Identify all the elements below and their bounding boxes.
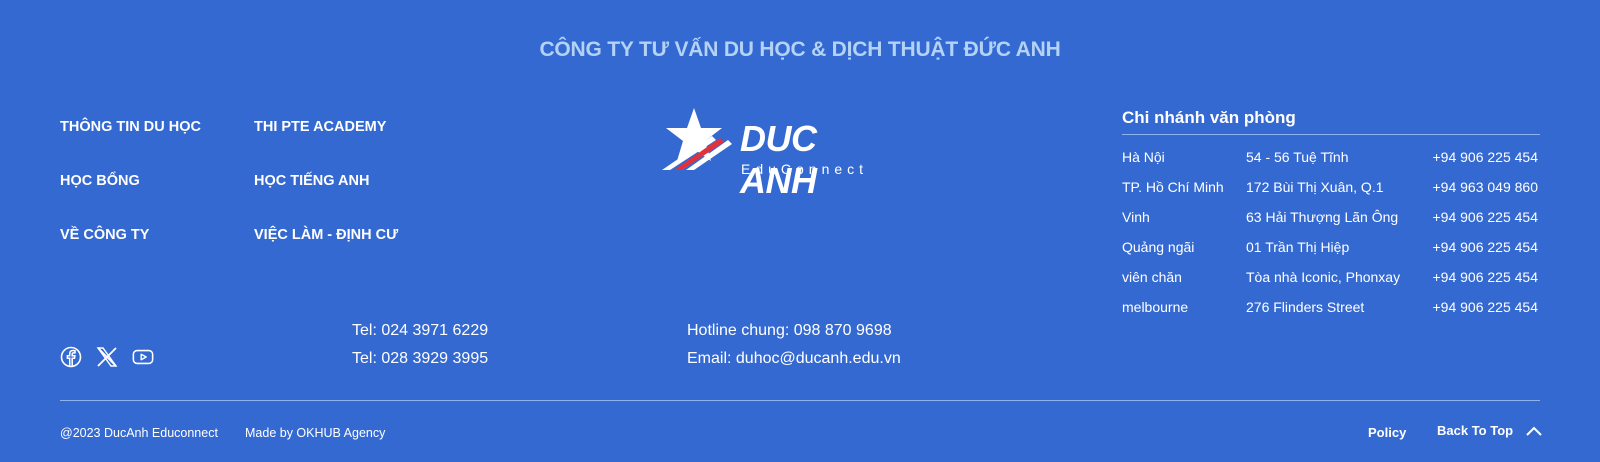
footer-nav-column-1: THÔNG TIN DU HỌC HỌC BỔNG VỀ CÔNG TY xyxy=(60,117,201,279)
contact-hotline-email: Hotline chung: 098 870 9698 Email: duhoc… xyxy=(687,317,901,373)
branch-row: melbourne 276 Flinders Street +94 906 22… xyxy=(1122,292,1540,322)
hotline[interactable]: Hotline chung: 098 870 9698 xyxy=(687,317,901,345)
branch-city: melbourne xyxy=(1122,299,1189,315)
tel-hanoi[interactable]: Tel: 024 3971 6229 xyxy=(352,317,488,345)
logo-brand-text: DUC ANH xyxy=(740,118,817,201)
nav-link-about-company[interactable]: VỀ CÔNG TY xyxy=(60,225,201,279)
branch-offices: Chi nhánh văn phòng Hà Nội 54 - 56 Tuệ T… xyxy=(1122,108,1540,322)
branch-city: Quảng ngãi xyxy=(1122,239,1195,255)
nav-link-english-courses[interactable]: HỌC TIẾNG ANH xyxy=(254,171,398,225)
copyright-text: @2023 DucAnh Educonnect xyxy=(60,426,218,440)
branch-address: 63 Hải Thượng Lãn Ông xyxy=(1246,209,1399,225)
nav-link-scholarships[interactable]: HỌC BỔNG xyxy=(60,171,201,225)
facebook-icon[interactable] xyxy=(60,346,82,368)
branch-phone[interactable]: +94 906 225 454 xyxy=(1433,202,1539,232)
branch-city: Hà Nội xyxy=(1122,149,1165,165)
tel-hcm[interactable]: Tel: 028 3929 3995 xyxy=(352,345,488,373)
branch-offices-heading: Chi nhánh văn phòng xyxy=(1122,108,1540,135)
duc-anh-logo[interactable]: DUC ANH EduConnect xyxy=(660,106,890,201)
branch-row: Vinh 63 Hải Thượng Lãn Ông +94 906 225 4… xyxy=(1122,202,1540,232)
branch-row: Hà Nội 54 - 56 Tuệ Tĩnh +94 906 225 454 xyxy=(1122,142,1540,172)
branch-row: TP. Hồ Chí Minh 172 Bùi Thị Xuân, Q.1 +9… xyxy=(1122,172,1540,202)
star-logo-icon xyxy=(662,108,732,170)
branch-phone[interactable]: +94 906 225 454 xyxy=(1433,292,1539,322)
branch-city: viên chăn xyxy=(1122,269,1182,285)
youtube-icon[interactable] xyxy=(132,346,154,368)
branch-city: TP. Hồ Chí Minh xyxy=(1122,179,1224,195)
email[interactable]: Email: duhoc@ducanh.edu.vn xyxy=(687,345,901,373)
branch-row: viên chăn Tòa nhà Iconic, Phonxay +94 90… xyxy=(1122,262,1540,292)
contact-phones: Tel: 024 3971 6229 Tel: 028 3929 3995 xyxy=(352,317,488,373)
nav-link-study-abroad-info[interactable]: THÔNG TIN DU HỌC xyxy=(60,117,201,171)
x-twitter-icon[interactable] xyxy=(96,346,118,368)
chevron-up-icon xyxy=(1526,426,1542,436)
branch-address: 54 - 56 Tuệ Tĩnh xyxy=(1246,149,1349,165)
policy-link[interactable]: Policy xyxy=(1368,425,1406,440)
back-to-top-label: Back To Top xyxy=(1437,423,1514,438)
branch-city: Vinh xyxy=(1122,209,1150,225)
nav-link-jobs-immigration[interactable]: VIỆC LÀM - ĐỊNH CƯ xyxy=(254,225,398,279)
nav-link-pte-academy[interactable]: THI PTE ACADEMY xyxy=(254,117,398,171)
back-to-top-button[interactable]: Back To Top xyxy=(1437,423,1543,438)
made-by-link[interactable]: Made by OKHUB Agency xyxy=(245,425,385,441)
branch-address: Tòa nhà Iconic, Phonxay xyxy=(1246,269,1401,285)
branch-phone[interactable]: +94 963 049 860 xyxy=(1433,172,1539,202)
branch-phone[interactable]: +94 906 225 454 xyxy=(1433,142,1539,172)
footer-divider xyxy=(60,400,1540,401)
company-title: CÔNG TY TƯ VẤN DU HỌC & DỊCH THUẬT ĐỨC A… xyxy=(539,38,1061,61)
branch-address: 01 Trần Thị Hiệp xyxy=(1246,239,1350,255)
footer-nav-column-2: THI PTE ACADEMY HỌC TIẾNG ANH VIỆC LÀM -… xyxy=(254,117,398,279)
logo-tagline: EduConnect xyxy=(741,161,869,177)
branch-phone[interactable]: +94 906 225 454 xyxy=(1433,232,1539,262)
branch-address: 172 Bùi Thị Xuân, Q.1 xyxy=(1246,179,1384,195)
social-links xyxy=(60,346,154,368)
branch-phone[interactable]: +94 906 225 454 xyxy=(1433,262,1539,292)
branch-row: Quảng ngãi 01 Trần Thị Hiệp +94 906 225 … xyxy=(1122,232,1540,262)
branch-address: 276 Flinders Street xyxy=(1246,299,1365,315)
